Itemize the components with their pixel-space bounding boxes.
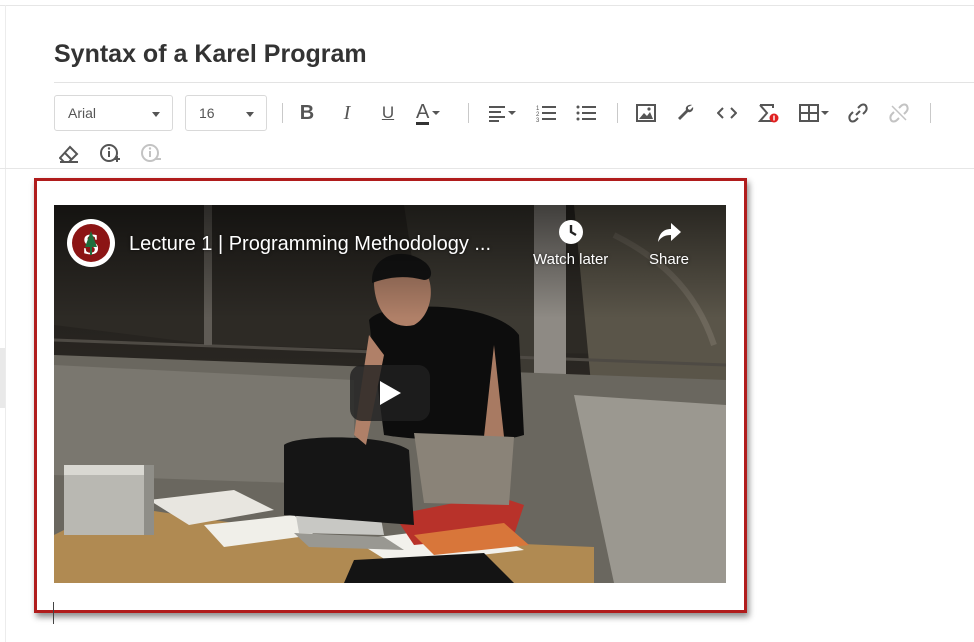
font-color-label: A	[416, 100, 430, 125]
info-remove-icon	[141, 144, 161, 162]
ordered-list-button[interactable]: 1 2 3	[532, 99, 560, 127]
bold-button[interactable]: B	[293, 99, 321, 127]
unordered-list-button[interactable]	[572, 99, 600, 127]
stanford-channel-logo[interactable]: S	[67, 219, 115, 267]
align-button[interactable]	[486, 99, 520, 127]
clear-formatting-icon	[757, 104, 779, 123]
share-arrow-icon	[658, 223, 682, 242]
eraser-icon	[59, 145, 79, 163]
chevron-down-icon	[152, 112, 160, 117]
italic-button[interactable]: I	[333, 99, 361, 127]
image-icon	[636, 104, 656, 122]
bold-label: B	[299, 101, 315, 124]
align-left-icon	[489, 106, 516, 122]
toolbar-separator	[617, 103, 618, 123]
page-title: Syntax of a Karel Program	[54, 40, 367, 68]
play-button[interactable]	[350, 365, 430, 421]
toolbar-divider	[0, 168, 974, 169]
font-size-select[interactable]: 16	[185, 95, 267, 131]
watch-later-button[interactable]: Watch later	[533, 219, 608, 268]
table-button[interactable]	[797, 99, 831, 127]
youtube-video-player[interactable]: S Lecture 1 | Programming Methodology ..…	[54, 205, 726, 583]
left-divider	[5, 5, 6, 642]
info-add-icon	[100, 144, 120, 162]
code-view-button[interactable]	[713, 99, 741, 127]
eraser-button[interactable]	[55, 140, 83, 168]
video-title[interactable]: Lecture 1 | Programming Methodology ...	[129, 233, 491, 256]
play-icon	[380, 381, 401, 405]
font-family-select[interactable]: Arial	[54, 95, 173, 131]
toolbar-separator	[282, 103, 283, 123]
font-family-value: Arial	[68, 105, 97, 121]
underline-button[interactable]: U	[374, 99, 402, 127]
code-icon	[717, 107, 737, 119]
info-remove-button[interactable]	[137, 140, 165, 168]
ordered-list-icon: 1 2 3	[536, 106, 556, 122]
embedded-video-selection[interactable]: S Lecture 1 | Programming Methodology ..…	[34, 178, 747, 613]
share-label: Share	[649, 251, 690, 268]
left-panel-tab[interactable]	[0, 348, 5, 408]
insert-image-button[interactable]	[632, 99, 660, 127]
clock-icon	[558, 220, 583, 244]
toolbar-separator	[930, 103, 931, 123]
link-icon	[848, 103, 868, 123]
font-size-value: 16	[199, 105, 215, 121]
share-button[interactable]: Share	[649, 219, 689, 268]
wrench-icon	[678, 104, 694, 120]
text-cursor	[53, 602, 54, 624]
underline-label: U	[381, 103, 395, 122]
insert-link-button[interactable]	[844, 99, 872, 127]
svg-text:3: 3	[536, 118, 540, 122]
toolbar-separator	[468, 103, 469, 123]
unlink-button[interactable]	[885, 99, 913, 127]
stanford-logo-icon: S	[72, 224, 110, 262]
chevron-down-icon	[432, 111, 441, 115]
clear-formatting-button[interactable]	[754, 99, 782, 127]
top-divider	[0, 5, 974, 6]
table-icon	[799, 104, 829, 122]
chevron-down-icon	[246, 112, 254, 117]
unlink-icon	[889, 103, 909, 123]
title-divider	[54, 82, 974, 83]
font-color-button[interactable]: A	[416, 99, 450, 127]
wrench-button[interactable]	[672, 99, 700, 127]
watch-later-label: Watch later	[533, 251, 609, 268]
info-add-button[interactable]	[96, 140, 124, 168]
unordered-list-icon	[576, 105, 596, 121]
italic-label: I	[343, 101, 351, 124]
